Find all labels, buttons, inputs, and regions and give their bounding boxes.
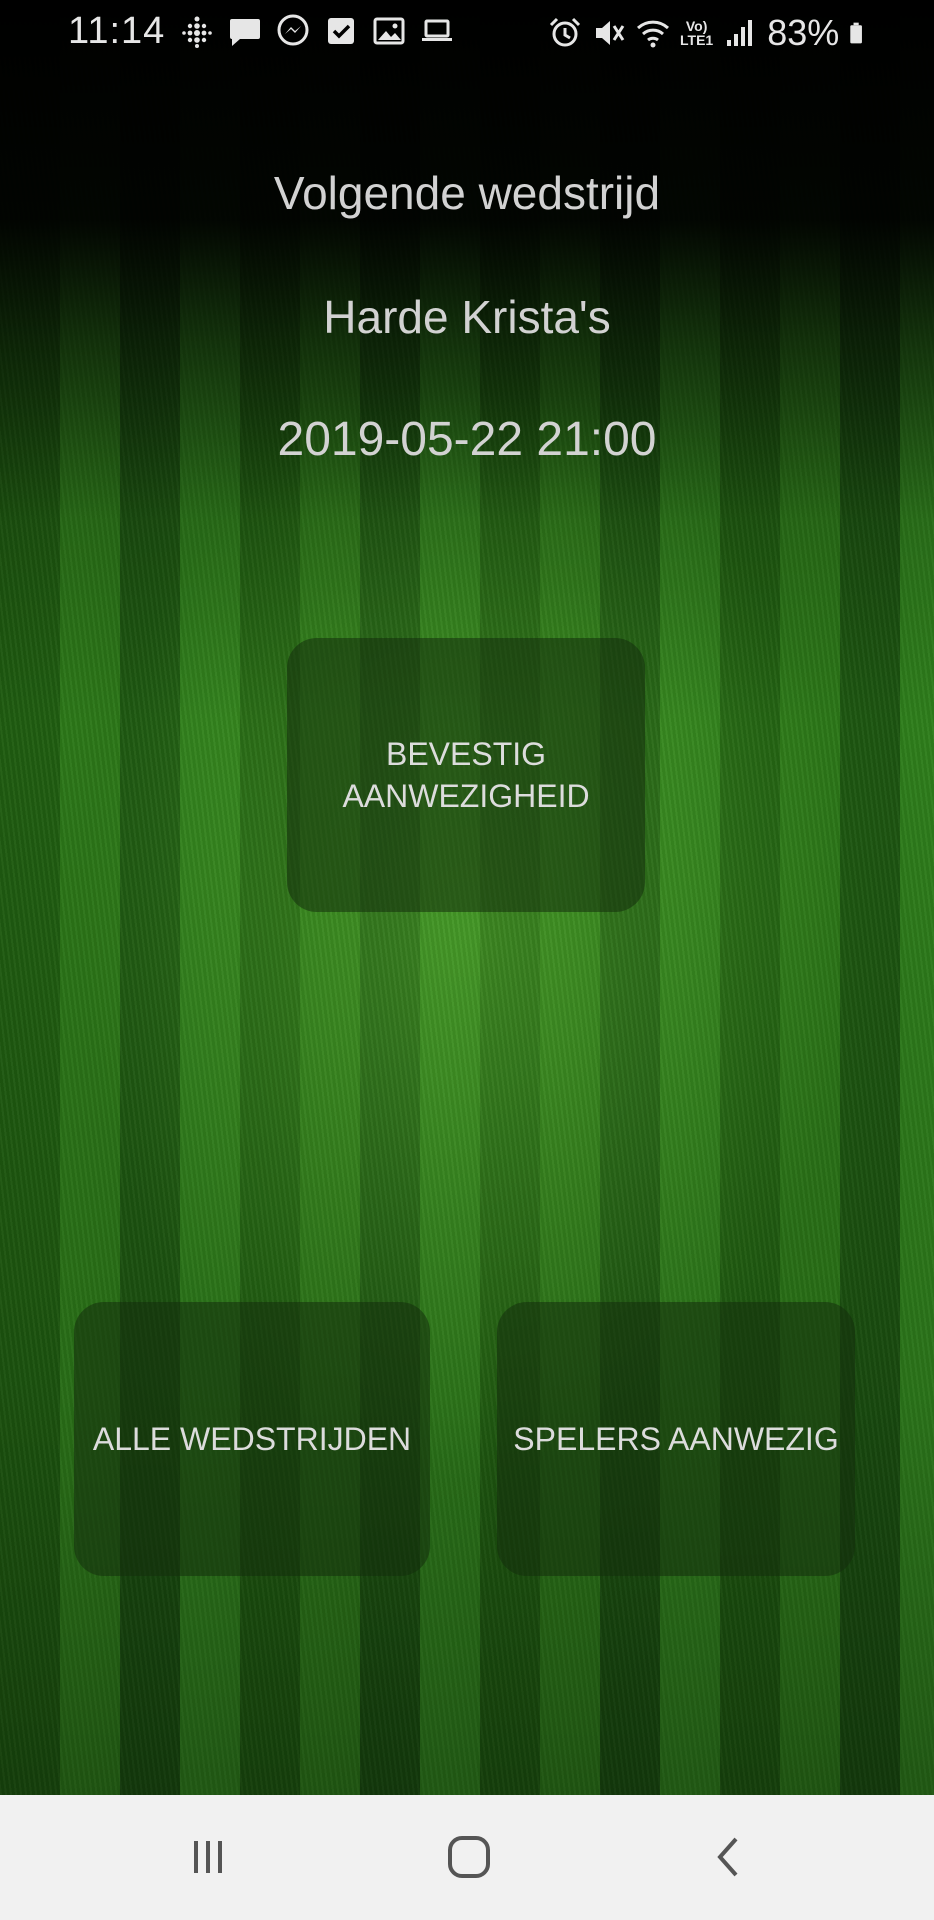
lte-label: LTE1 <box>680 32 714 48</box>
confirm-label-line2: AANWEZIGHEID <box>342 778 590 814</box>
battery-percent: 83% <box>767 12 840 53</box>
home-button[interactable] <box>419 1825 519 1889</box>
confirm-attendance-button[interactable]: BEVESTIG AANWEZIGHEID <box>287 638 645 912</box>
recent-apps-icon <box>194 1841 222 1873</box>
all-matches-button[interactable]: ALLE WEDSTRIJDEN <box>74 1302 430 1576</box>
mute-icon <box>596 21 625 45</box>
players-present-label: SPELERS AANWEZIG <box>513 1421 839 1457</box>
laptop-icon <box>422 19 452 41</box>
status-time: 11:14 <box>68 10 166 52</box>
checkbox-icon <box>328 18 354 44</box>
navigation-bar <box>0 1795 934 1920</box>
image-icon <box>373 17 405 45</box>
system-icons: Vo) LTE1 83% <box>548 12 871 54</box>
all-matches-label: ALLE WEDSTRIJDEN <box>92 1421 412 1457</box>
back-button[interactable] <box>680 1825 780 1889</box>
fitbit-icon <box>182 16 212 48</box>
signal-icon <box>727 20 753 46</box>
app-screen: 11:14 Vo) LTE1 83% Volgende wedstrijd Ha… <box>0 0 934 1920</box>
messenger-icon <box>277 14 309 46</box>
wifi-icon <box>636 20 670 48</box>
home-icon <box>448 1836 490 1878</box>
volte-label: Vo) <box>685 18 708 34</box>
page-title: Volgende wedstrijd <box>273 167 661 219</box>
volte-icon: Vo) LTE1 <box>680 19 713 47</box>
players-present-button[interactable]: SPELERS AANWEZIG <box>497 1302 855 1576</box>
message-icon <box>230 19 260 46</box>
match-datetime: 2019-05-22 21:00 <box>277 413 657 466</box>
alarm-icon <box>549 17 581 47</box>
status-bar: 11:14 Vo) LTE1 83% <box>0 0 934 64</box>
battery-icon <box>850 22 863 44</box>
confirm-attendance-label: BEVESTIG AANWEZIGHEID <box>342 733 589 817</box>
opponent-team: Harde Krista's <box>323 291 611 343</box>
notification-icons <box>180 14 454 48</box>
recent-apps-button[interactable] <box>158 1825 258 1889</box>
confirm-label-line1: BEVESTIG <box>385 736 547 772</box>
back-icon <box>717 1837 738 1877</box>
